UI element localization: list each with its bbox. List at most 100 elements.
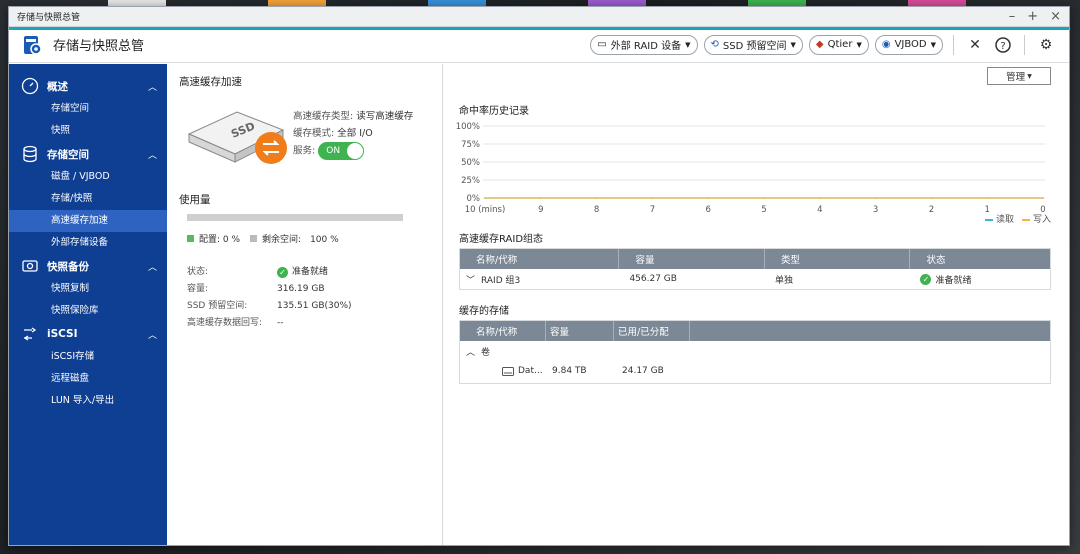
y-tick-label: 0% [467, 194, 481, 204]
check-icon: ✓ [920, 273, 932, 285]
maximize-icon[interactable]: + [1027, 9, 1038, 24]
close-icon[interactable]: × [1050, 9, 1061, 24]
cache-info: 高速缓存类型: 读写高速缓存 缓存模式: 全部 I/O 服务: ON [293, 108, 413, 160]
sidebar-item-iscsi-storage[interactable]: iSCSI存储 [9, 346, 167, 368]
sidebar-item-external-storage[interactable]: 外部存储设备 [9, 232, 167, 254]
cache-stats: 状态: ✓ 准备就绪 容量: 316.19 GB SSD 预留空间: 135.51 GB… [187, 264, 352, 329]
toolbar-divider [1024, 34, 1025, 55]
x-tick-label: 4 [817, 205, 822, 215]
qtier-label: Qtier [827, 39, 853, 50]
chevron-down-icon: ▼ [930, 40, 936, 49]
app-title: 存储与快照总管 [53, 39, 145, 54]
col-name[interactable]: 名称/代称 [460, 321, 546, 341]
status-label: 状态: [187, 267, 209, 277]
check-icon: ✓ [277, 267, 288, 278]
svg-text:?: ? [1000, 41, 1005, 52]
x-tick-label: 5 [761, 205, 766, 215]
hit-rate-chart: 100%75%50%25%0%10 (mins) 9 8 7 6 5 4 3 2 1 0 [456, 122, 1046, 215]
details-panel: 管理 ▼ 命中率历史记录 100% 75% 50% 25% 0% 10 (mins) 9 8 7 6… [443, 64, 1069, 545]
sidebar-item-snapshot-replica[interactable]: 快照复制 [9, 278, 167, 300]
sidebar-item-storage-snapshot[interactable]: 存储/快照 [9, 188, 167, 210]
col-type[interactable]: 类型 [765, 249, 911, 269]
manage-label: 管理 [1006, 72, 1026, 83]
volume-icon [502, 366, 514, 376]
tools-icon[interactable]: ✕ [964, 34, 986, 56]
data-point [819, 197, 821, 199]
cache-mode-value: 全部 I/O [337, 128, 373, 139]
sidebar-item-snapshot[interactable]: 快照 [9, 120, 167, 142]
group-row[interactable]: ︿ 卷 [460, 341, 1050, 361]
service-toggle-label: ON [326, 145, 341, 156]
sidebar-group-snapshot-backup[interactable]: 快照备份 ︿ [9, 254, 167, 278]
x-tick-label: 6 [705, 205, 710, 215]
sidebar-item-snapshot-vault[interactable]: 快照保险库 [9, 300, 167, 322]
x-tick-label: 9 [538, 205, 543, 215]
chevron-up-icon: ︿ [147, 330, 157, 341]
toolbar: ▭ 外部 RAID 设备 ▼ ⟲ SSD 预留空间 ▼ ◆ Qtier ▼ ◉ … [590, 34, 1057, 56]
raid-device-icon: ▭ [597, 39, 607, 50]
ssd-overprovision-button[interactable]: ⟲ SSD 预留空间 ▼ [703, 34, 803, 55]
col-name[interactable]: 名称/代称 [460, 249, 620, 269]
sidebar-group-overview[interactable]: 概述 ︿ [9, 74, 167, 98]
help-icon[interactable]: ? [992, 34, 1014, 56]
sidebar: 概述 ︿ 存储空间 快照 存储空间 ︿ 磁盘 / VJBOD 存储/快照 高速缓… [9, 64, 167, 545]
chevron-up-icon: ︿ [147, 82, 157, 93]
free-swatch [250, 235, 258, 242]
data-point [1042, 197, 1044, 199]
chevron-up-icon[interactable]: ︿ [466, 348, 475, 358]
usage-legend: 配置: 0 % 剩余空间: 100 % [187, 232, 339, 245]
app-header: 存储与快照总管 ▭ 外部 RAID 设备 ▼ ⟲ SSD 预留空间 ▼ ◆ Qt… [9, 27, 1069, 63]
raid-type: 单独 [774, 275, 793, 286]
qtier-button[interactable]: ◆ Qtier ▼ [808, 34, 869, 55]
cached-storage-table: 名称/代称 容量 已用/已分配 ︿ 卷 Dat... 9.84 TB 24.17 … [459, 320, 1051, 384]
usage-bar [187, 214, 403, 221]
data-point [763, 197, 765, 199]
x-tick-label: 7 [650, 205, 655, 215]
legend-free: 剩余空间: 100 % [262, 235, 339, 245]
manage-button[interactable]: 管理 ▼ [987, 67, 1051, 85]
sidebar-item-storage[interactable]: 存储空间 [9, 98, 167, 120]
chevron-up-icon: ︿ [147, 150, 157, 161]
data-point [930, 197, 933, 199]
cache-type-label: 高速缓存类型: [293, 111, 354, 122]
table-row[interactable]: Dat... 9.84 TB 24.17 GB [460, 361, 1050, 381]
sidebar-group-iscsi[interactable]: iSCSI ︿ [9, 322, 167, 346]
header-accent-bar [9, 27, 1069, 30]
vjbod-label: VJBOD [894, 39, 927, 50]
legend-read: 读取 [984, 212, 1014, 225]
col-capacity[interactable]: 容量 [546, 321, 614, 341]
chevron-down-icon[interactable]: ﹀ [466, 276, 475, 286]
window-titlebar[interactable]: 存储与快照总管 – + × [9, 7, 1069, 27]
gear-icon[interactable]: ⚙ [1035, 34, 1057, 56]
col-status[interactable]: 状态 [910, 249, 1050, 269]
sidebar-group-storage[interactable]: 存储空间 ︿ [9, 142, 167, 166]
sidebar-item-lun-import-export[interactable]: LUN 导入/导出 [9, 390, 167, 412]
data-point [986, 197, 988, 199]
group-label: 卷 [481, 347, 491, 358]
table-row[interactable]: ﹀ RAID 组3 456.27 GB 单独 ✓ 准备就绪 [460, 269, 1050, 289]
capacity-value: 316.19 GB [277, 284, 325, 294]
sidebar-group-label: iSCSI [47, 328, 78, 340]
minimize-icon[interactable]: – [1009, 9, 1016, 24]
database-icon [23, 145, 37, 163]
table-header: 名称/代称 容量 已用/已分配 [460, 321, 1050, 341]
chevron-down-icon: ▼ [1027, 72, 1032, 80]
panel-title: 高速缓存加速 [179, 76, 242, 88]
col-capacity[interactable]: 容量 [619, 249, 765, 269]
sidebar-item-cache-acceleration[interactable]: 高速缓存加速 [9, 210, 167, 232]
volume-used: 24.17 GB [622, 366, 664, 376]
sidebar-item-disks[interactable]: 磁盘 / VJBOD [9, 166, 167, 188]
raid-capacity: 456.27 GB [629, 274, 677, 284]
vjbod-button[interactable]: ◉ VJBOD ▼ [874, 34, 943, 55]
external-raid-button[interactable]: ▭ 外部 RAID 设备 ▼ [590, 34, 698, 55]
service-toggle[interactable]: ON [318, 142, 365, 160]
raid-status: 准备就绪 [935, 275, 972, 286]
y-tick-label: 25% [461, 176, 480, 186]
service-label: 服务: [293, 145, 316, 157]
sidebar-item-remote-disk[interactable]: 远程磁盘 [9, 368, 167, 390]
qtier-icon: ◆ [815, 39, 824, 50]
y-tick-label: 75% [461, 140, 480, 150]
col-used[interactable]: 已用/已分配 [614, 321, 690, 341]
storage-app-icon [24, 35, 42, 55]
data-point [484, 197, 486, 199]
